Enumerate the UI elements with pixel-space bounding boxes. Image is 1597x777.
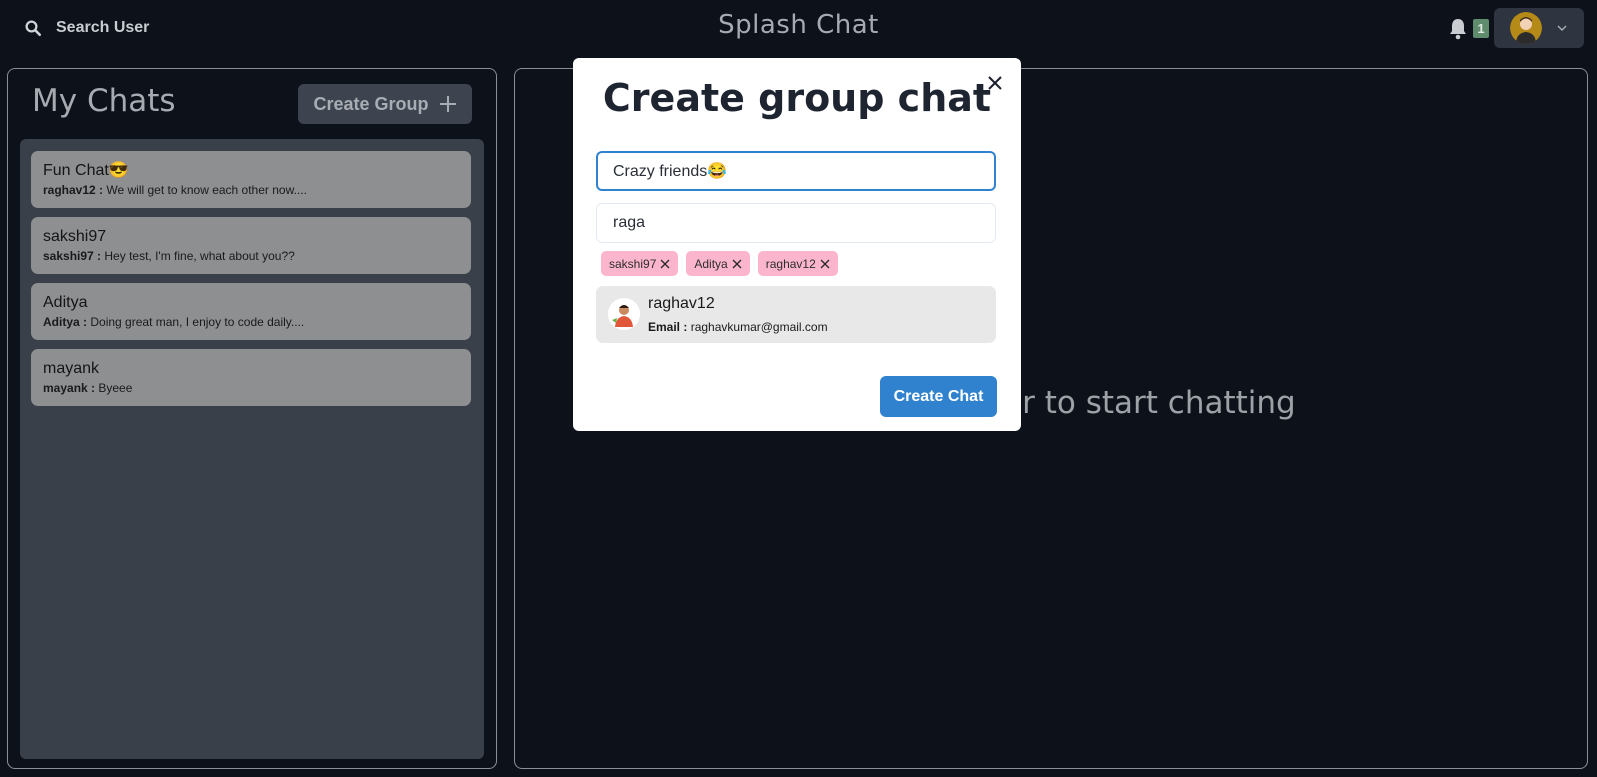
close-icon[interactable]	[660, 259, 670, 269]
plus-icon	[439, 96, 456, 112]
create-group-label: Create Group	[313, 93, 429, 114]
create-group-button[interactable]: Create Group	[298, 84, 472, 124]
user-badge[interactable]: sakshi97	[601, 251, 679, 276]
chat-name-input[interactable]	[596, 151, 996, 191]
result-user-email: Email : raghavkumar@gmail.com	[648, 320, 828, 334]
close-icon[interactable]	[732, 259, 742, 269]
notification-badge: 1	[1473, 19, 1489, 38]
profile-menu-button[interactable]	[1494, 8, 1584, 48]
modal-title: Create group chat	[602, 76, 992, 120]
chat-name: Fun Chat😎	[43, 162, 129, 179]
my-chats-panel: My Chats Create Group Fun Chat😎 raghav12…	[7, 68, 497, 769]
chat-name: Aditya	[43, 294, 88, 311]
chat-list: Fun Chat😎 raghav12 : We will get to know…	[20, 139, 484, 759]
chat-list-item[interactable]: Aditya Aditya : Doing great man, I enjoy…	[31, 283, 471, 340]
chat-latest-message: Aditya : Doing great man, I enjoy to cod…	[43, 315, 305, 329]
chat-latest-message: raghav12 : We will get to know each othe…	[43, 183, 307, 197]
bell-icon[interactable]	[1448, 18, 1468, 40]
chat-name: mayank	[43, 360, 100, 377]
top-bar: Search User Splash Chat 1	[0, 0, 1597, 56]
close-icon[interactable]	[985, 73, 1005, 93]
app-title: Splash Chat	[718, 10, 879, 40]
close-icon[interactable]	[820, 259, 830, 269]
chevron-down-icon	[1557, 25, 1567, 32]
chat-list-item[interactable]: mayank mayank : Byeee	[31, 349, 471, 406]
user-badge[interactable]: raghav12	[757, 251, 838, 276]
add-users-input[interactable]	[596, 203, 996, 243]
create-group-modal: Create group chat sakshi97 Aditya raghav…	[573, 58, 1021, 431]
user-badge[interactable]: Aditya	[686, 251, 750, 276]
chat-name: sakshi97	[43, 228, 107, 245]
avatar	[1510, 12, 1542, 44]
result-user-name: raghav12	[648, 295, 715, 312]
chat-latest-message: sakshi97 : Hey test, I'm fine, what abou…	[43, 249, 295, 263]
user-search-result[interactable]: raghav12 Email : raghavkumar@gmail.com	[596, 286, 996, 343]
create-chat-button[interactable]: Create Chat	[880, 376, 997, 417]
avatar	[608, 298, 640, 330]
chat-list-item[interactable]: sakshi97 sakshi97 : Hey test, I'm fine, …	[31, 217, 471, 274]
chat-latest-message: mayank : Byeee	[43, 381, 133, 395]
my-chats-title: My Chats	[32, 83, 176, 119]
chat-list-item[interactable]: Fun Chat😎 raghav12 : We will get to know…	[31, 151, 471, 208]
selected-users: sakshi97 Aditya raghav12	[601, 251, 838, 276]
